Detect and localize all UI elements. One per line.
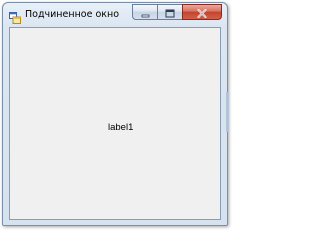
window-title: Подчиненное окно	[25, 9, 120, 20]
close-icon	[197, 3, 207, 22]
label1: label1	[108, 122, 134, 133]
minimize-icon	[141, 3, 150, 22]
client-area: label1	[9, 27, 221, 220]
window-edge	[226, 92, 229, 132]
caption-buttons	[132, 4, 222, 21]
maximize-icon	[165, 3, 175, 22]
title-bar[interactable]: Подчиненное окно	[3, 3, 227, 27]
close-button[interactable]	[182, 4, 222, 20]
minimize-button[interactable]	[132, 4, 157, 20]
app-icon	[9, 9, 21, 24]
maximize-button[interactable]	[157, 4, 182, 20]
child-window: Подчиненное окно label1	[2, 2, 228, 226]
